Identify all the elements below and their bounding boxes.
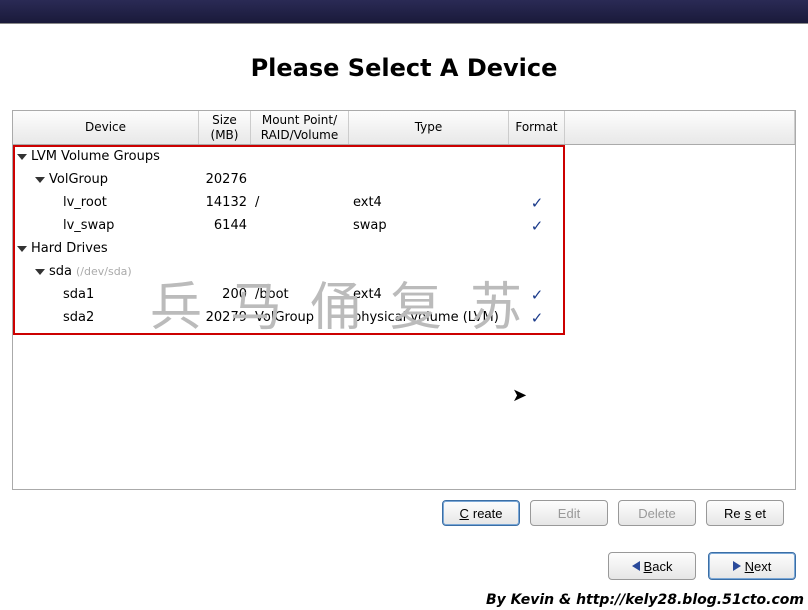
device-name: Hard Drives	[31, 241, 108, 256]
create-button[interactable]: Create	[442, 500, 520, 526]
device-name: lv_root	[63, 195, 107, 210]
col-mount[interactable]: Mount Point/ RAID/Volume	[251, 111, 349, 144]
table-row[interactable]: VolGroup 20276	[13, 168, 795, 191]
credit-text: By Kevin & http://kely28.blog.51cto.com	[486, 592, 804, 608]
next-button[interactable]: Next	[708, 552, 796, 580]
arrow-left-icon	[632, 559, 640, 574]
cell-type: ext4	[349, 195, 509, 210]
top-bar	[0, 0, 808, 24]
col-type[interactable]: Type	[349, 111, 509, 144]
page-title: Please Select A Device	[0, 54, 808, 82]
table-row[interactable]: LVM Volume Groups	[13, 145, 795, 168]
cell-size: 200	[199, 287, 251, 302]
table-row[interactable]: sda2 20279VolGroupphysical volume (LVM)✓	[13, 306, 795, 329]
table-row[interactable]: sda (/dev/sda)	[13, 260, 795, 283]
device-name: sda2	[63, 310, 94, 325]
cell-format: ✓	[509, 194, 565, 212]
table-row[interactable]: Hard Drives	[13, 237, 795, 260]
table-body: LVM Volume Groups VolGroup 20276 lv_root 141…	[13, 145, 795, 329]
expander-icon[interactable]	[17, 154, 27, 160]
device-name: sda	[49, 264, 72, 279]
cell-type: physical volume (LVM)	[349, 310, 509, 325]
device-name: LVM Volume Groups	[31, 149, 160, 164]
edit-button: Edit	[530, 500, 608, 526]
col-format[interactable]: Format	[509, 111, 565, 144]
reset-button[interactable]: Reset	[706, 500, 784, 526]
cell-format: ✓	[509, 309, 565, 327]
cell-mount: /boot	[251, 287, 349, 302]
back-button[interactable]: Back	[608, 552, 696, 580]
cell-format: ✓	[509, 217, 565, 235]
device-name: sda1	[63, 287, 94, 302]
device-name: VolGroup	[49, 172, 108, 187]
cell-mount: /	[251, 195, 349, 210]
device-path: (/dev/sda)	[76, 265, 132, 278]
cell-type: ext4	[349, 287, 509, 302]
expander-icon[interactable]	[35, 177, 45, 183]
arrow-right-icon	[733, 559, 741, 574]
table-row[interactable]: sda1 200/bootext4✓	[13, 283, 795, 306]
cell-size: 20279	[199, 310, 251, 325]
col-device[interactable]: Device	[13, 111, 199, 144]
table-row[interactable]: lv_swap 6144 swap✓	[13, 214, 795, 237]
expander-icon[interactable]	[17, 246, 27, 252]
col-size[interactable]: Size (MB)	[199, 111, 251, 144]
cell-size: 6144	[199, 218, 251, 233]
table-row[interactable]: lv_root 14132/ext4✓	[13, 191, 795, 214]
cell-size: 14132	[199, 195, 251, 210]
expander-icon[interactable]	[35, 269, 45, 275]
delete-button: Delete	[618, 500, 696, 526]
cell-size: 20276	[199, 172, 251, 187]
cell-format: ✓	[509, 286, 565, 304]
cell-type: swap	[349, 218, 509, 233]
device-table: Device Size (MB) Mount Point/ RAID/Volum…	[12, 110, 796, 490]
cell-mount: VolGroup	[251, 310, 349, 325]
col-pad	[565, 111, 795, 144]
device-name: lv_swap	[63, 218, 114, 233]
table-header: Device Size (MB) Mount Point/ RAID/Volum…	[13, 111, 795, 145]
